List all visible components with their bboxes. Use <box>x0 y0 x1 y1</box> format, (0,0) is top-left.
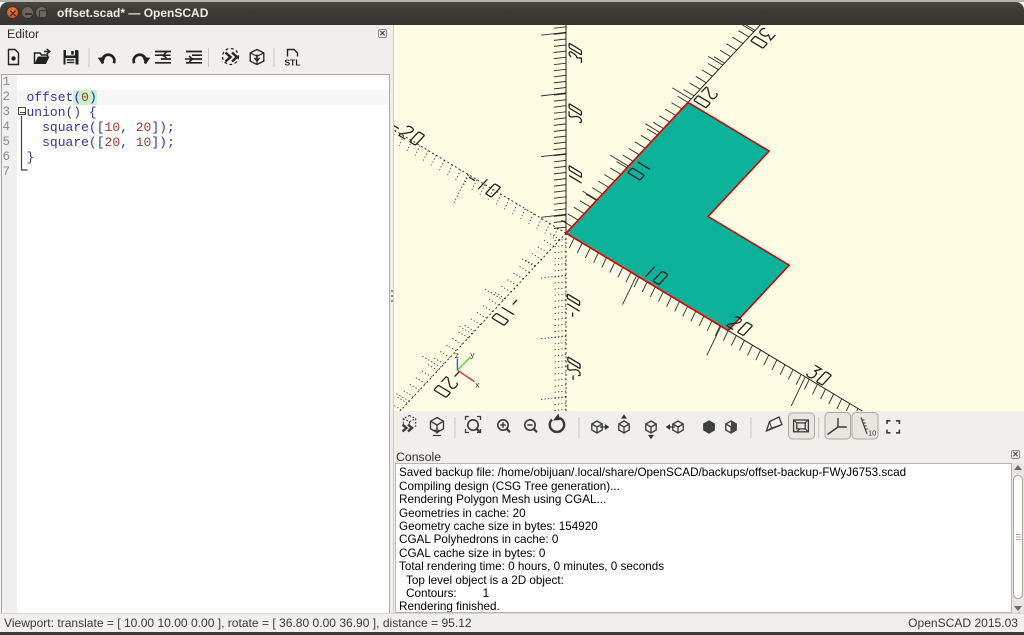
svg-text:y: y <box>470 350 475 360</box>
svg-text:10: 10 <box>868 429 876 438</box>
svg-text:x: x <box>475 379 480 389</box>
svg-text:z: z <box>455 350 459 360</box>
svg-text:STL: STL <box>285 58 301 68</box>
